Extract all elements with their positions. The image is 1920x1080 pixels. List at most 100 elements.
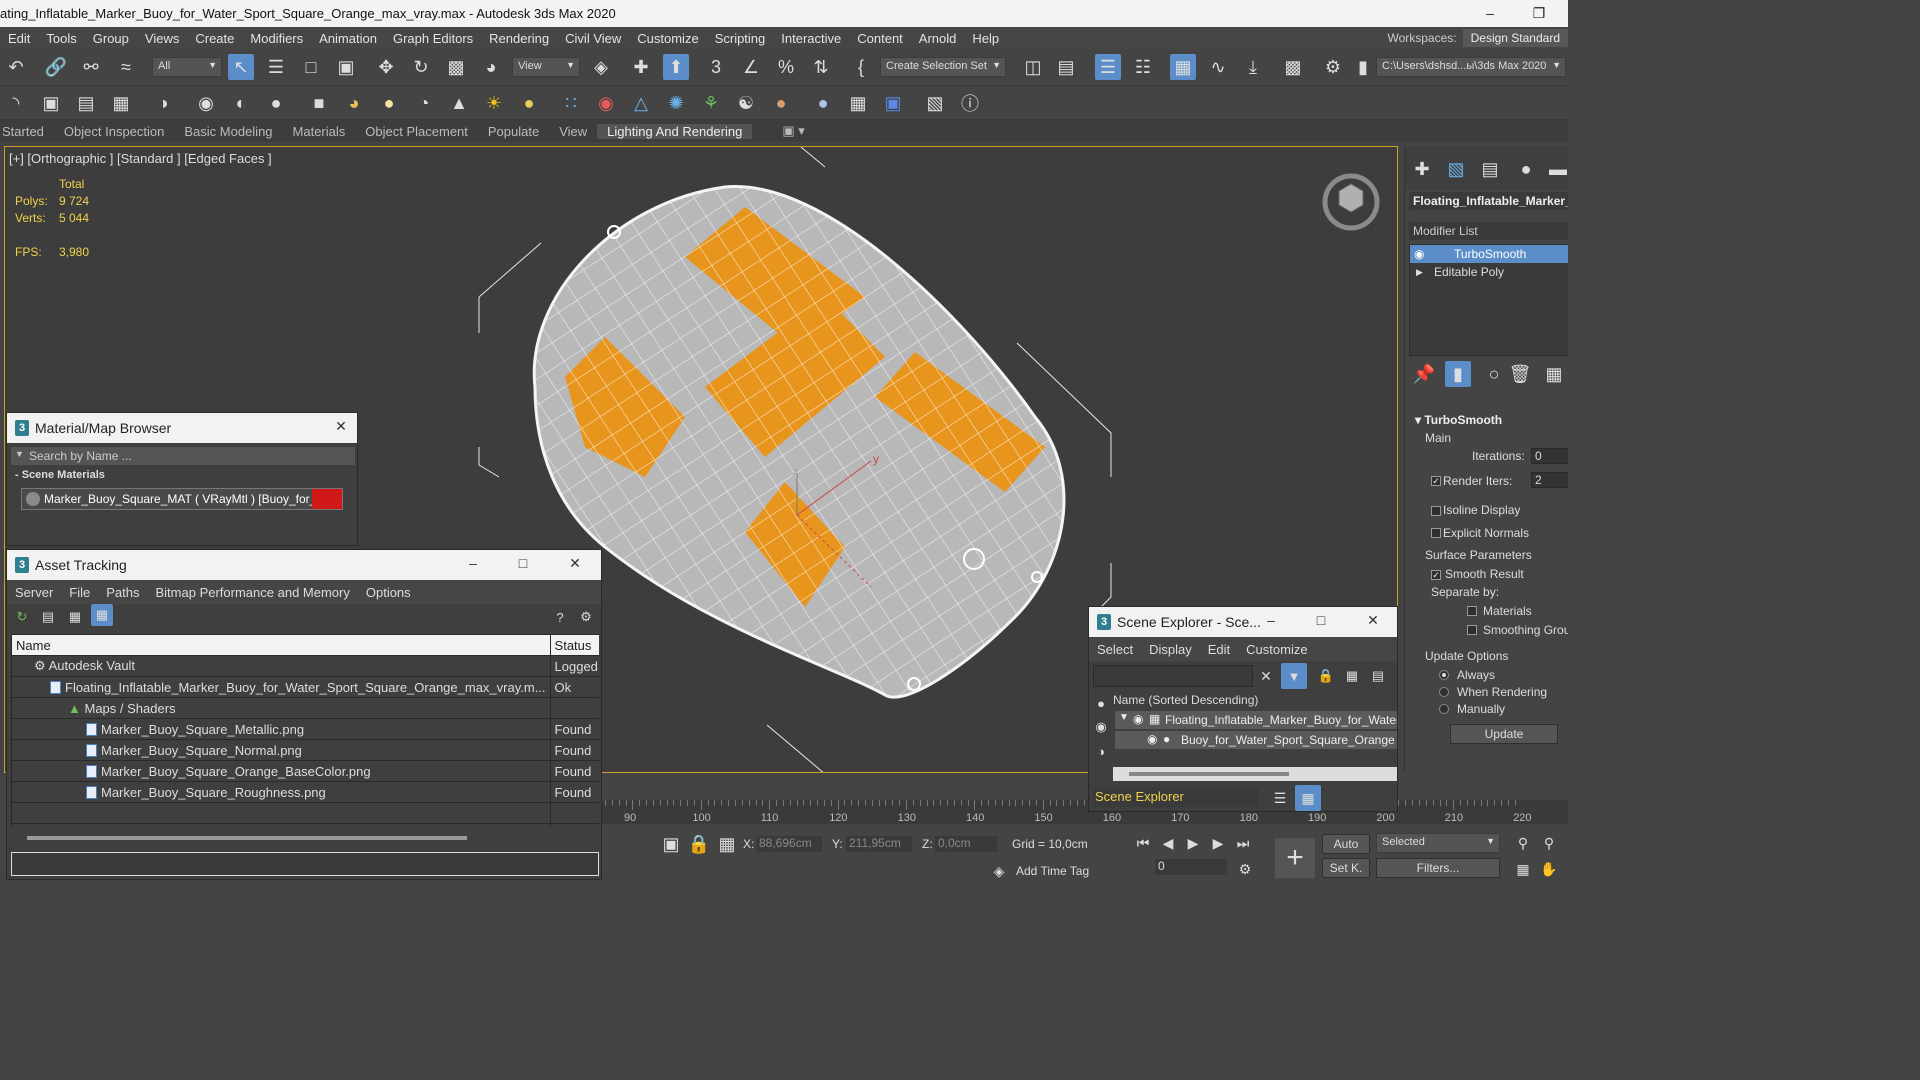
list-view-icon[interactable]: ▤ (35, 604, 61, 630)
edit-named-selection-icon[interactable]: { (848, 54, 874, 80)
z-coordinate-field[interactable]: 0,0cm (935, 836, 997, 852)
display-lights-icon[interactable]: ◑ (1091, 741, 1111, 761)
absolute-mode-icon[interactable]: ▦ (714, 831, 740, 857)
align-icon[interactable]: ▤ (1053, 54, 1079, 80)
pin-stack-icon[interactable]: 📌 (1411, 361, 1437, 387)
menu-file[interactable]: File (61, 585, 98, 600)
menu-graph-editors[interactable]: Graph Editors (385, 31, 481, 46)
named-selection-dropdown[interactable]: Create Selection Set ▼ (880, 57, 1006, 77)
workspaces-dropdown[interactable]: Design Standard (1462, 29, 1568, 47)
make-unique-icon[interactable]: ○ (1481, 361, 1507, 387)
table-row[interactable]: Marker_Buoy_Square_Normal.png Found (11, 739, 599, 761)
refresh-icon[interactable]: ↻ (9, 604, 35, 630)
tab-object-inspection[interactable]: Object Inspection (54, 124, 174, 139)
set-key-button[interactable]: Set K. (1322, 858, 1370, 878)
table-icon[interactable]: ▦ (108, 90, 134, 116)
previous-frame-icon[interactable]: ◀ (1155, 830, 1181, 856)
restore-button[interactable]: ❐ (1528, 3, 1550, 23)
menu-scripting[interactable]: Scripting (707, 31, 774, 46)
move-icon[interactable]: ✥ (373, 54, 399, 80)
select-object-icon[interactable]: ↖ (228, 54, 254, 80)
project-folder-dropdown[interactable]: C:\Users\dshsd...ы\3ds Max 2020 ▼ (1376, 57, 1566, 77)
collapse-arrow-icon[interactable]: ▼ (1119, 712, 1129, 723)
menu-edit[interactable]: Edit (1200, 642, 1238, 657)
menu-interactive[interactable]: Interactive (773, 31, 849, 46)
sun-icon[interactable]: ☀ (481, 90, 507, 116)
motion-tab-icon[interactable]: ● (1513, 156, 1539, 182)
minimize-icon[interactable]: – (463, 555, 483, 571)
menu-paths[interactable]: Paths (98, 585, 147, 600)
exposure-icon[interactable]: ◐ (228, 90, 254, 116)
asset-path-field[interactable] (11, 852, 599, 876)
hierarchy-icon[interactable]: ▦ (1339, 663, 1365, 689)
filters-button[interactable]: Filters... (1376, 858, 1500, 878)
viewcube[interactable] (1322, 173, 1380, 231)
menu-content[interactable]: Content (849, 31, 911, 46)
menu-create[interactable]: Create (187, 31, 242, 46)
add-time-tag-label[interactable]: Add Time Tag (1016, 864, 1089, 878)
modify-tab-icon[interactable]: ▧ (1443, 156, 1469, 182)
document-icon[interactable]: ▤ (73, 90, 99, 116)
minimize-icon[interactable]: – (1261, 612, 1281, 628)
always-radio[interactable] (1439, 670, 1449, 680)
curve-editor-icon[interactable]: ∿ (1205, 54, 1231, 80)
status-column-header[interactable]: Status (549, 634, 599, 656)
menu-modifiers[interactable]: Modifiers (242, 31, 311, 46)
minimize-button[interactable]: – (1479, 3, 1501, 23)
fur-icon[interactable]: ✺ (663, 90, 689, 116)
isolate-selection-icon[interactable]: ▣ (658, 831, 684, 857)
bind-space-warp-icon[interactable]: ≈ (113, 54, 139, 80)
pivot-center-icon[interactable]: ◈ (588, 54, 614, 80)
lock-selection-icon[interactable]: 🔒 (686, 831, 712, 857)
dome-primitive-icon[interactable]: ◕ (341, 90, 367, 116)
light-lister-icon[interactable]: ◑ (150, 90, 176, 116)
basket-icon[interactable]: ◔ (411, 90, 437, 116)
menu-civil-view[interactable]: Civil View (557, 31, 629, 46)
search-options-icon[interactable]: ▼ (15, 449, 24, 459)
spinner-snap-icon[interactable]: ⇅ (808, 54, 834, 80)
fur-ball-icon[interactable]: ● (768, 90, 794, 116)
mirror-icon[interactable]: ◫ (1020, 54, 1046, 80)
expand-arrow-icon[interactable]: ▶ (1416, 263, 1423, 281)
hierarchy-tab-icon[interactable]: ▤ (1477, 156, 1503, 182)
menu-customize[interactable]: Customize (1238, 642, 1315, 657)
create-tab-icon[interactable]: ✚ (1409, 156, 1435, 182)
table-row[interactable]: Marker_Buoy_Square_Roughness.png Found (11, 781, 599, 803)
time-tag-icon[interactable]: ◈ (986, 858, 1012, 882)
select-manipulate-icon[interactable]: ✚ (628, 54, 654, 80)
menu-arnold[interactable]: Arnold (911, 31, 965, 46)
display-tab-icon[interactable]: ▬ (1545, 156, 1568, 182)
keyboard-shortcut-override-icon[interactable]: ⬆ (663, 54, 689, 80)
image-icon[interactable]: ▣ (38, 90, 64, 116)
layers-icon[interactable]: ☰ (1267, 785, 1293, 811)
scale-icon[interactable]: ▩ (443, 54, 469, 80)
scene-column-header[interactable]: Name (Sorted Descending) (1113, 693, 1258, 707)
lock-icon[interactable]: 🔒 (1313, 663, 1339, 689)
current-frame-field[interactable]: 0 (1155, 859, 1227, 875)
table-row[interactable]: ⚙ Autodesk Vault Logged O... (11, 655, 599, 677)
render-region-icon[interactable]: ▦ (845, 90, 871, 116)
tab-object-placement[interactable]: Object Placement (355, 124, 478, 139)
material-editor-icon[interactable]: ▩ (1280, 54, 1306, 80)
table-row[interactable]: Marker_Buoy_Square_Metallic.png Found (11, 718, 599, 740)
select-by-name-icon[interactable]: ☰ (263, 54, 289, 80)
display-geometry-icon[interactable]: ◉ (1091, 717, 1111, 737)
table-row[interactable]: Marker_Buoy_Square_Orange_BaseColor.png … (11, 760, 599, 782)
close-icon[interactable]: ✕ (565, 555, 585, 572)
next-frame-icon[interactable]: ▶ (1205, 830, 1231, 856)
object-name-field[interactable]: Floating_Inflatable_Marker_ (1409, 192, 1568, 210)
toggle-scene-explorer-icon[interactable]: ☰ (1095, 54, 1121, 80)
crowd-icon[interactable]: △ (628, 90, 654, 116)
auto-key-button[interactable]: Auto (1322, 834, 1370, 854)
tab-lighting-and-rendering[interactable]: Lighting And Rendering (597, 123, 753, 139)
smooth-result-checkbox[interactable]: ✓ (1431, 570, 1441, 580)
explicit-normals-checkbox[interactable] (1431, 528, 1441, 538)
eye-icon[interactable]: ◉ (1414, 245, 1424, 263)
toggle-layer-explorer-icon[interactable]: ☷ (1130, 54, 1156, 80)
settings-icon[interactable]: ⚙ (573, 604, 599, 630)
tab-view[interactable]: View (549, 124, 597, 139)
menu-help[interactable]: Help (964, 31, 1007, 46)
viewport-label[interactable]: [+] [Orthographic ] [Standard ] [Edged F… (9, 151, 272, 166)
schematic-view-icon[interactable]: ⤓ (1240, 54, 1266, 80)
scene-item-child[interactable]: ◉ ● Buoy_for_Water_Sport_Square_Orange (1115, 731, 1397, 749)
